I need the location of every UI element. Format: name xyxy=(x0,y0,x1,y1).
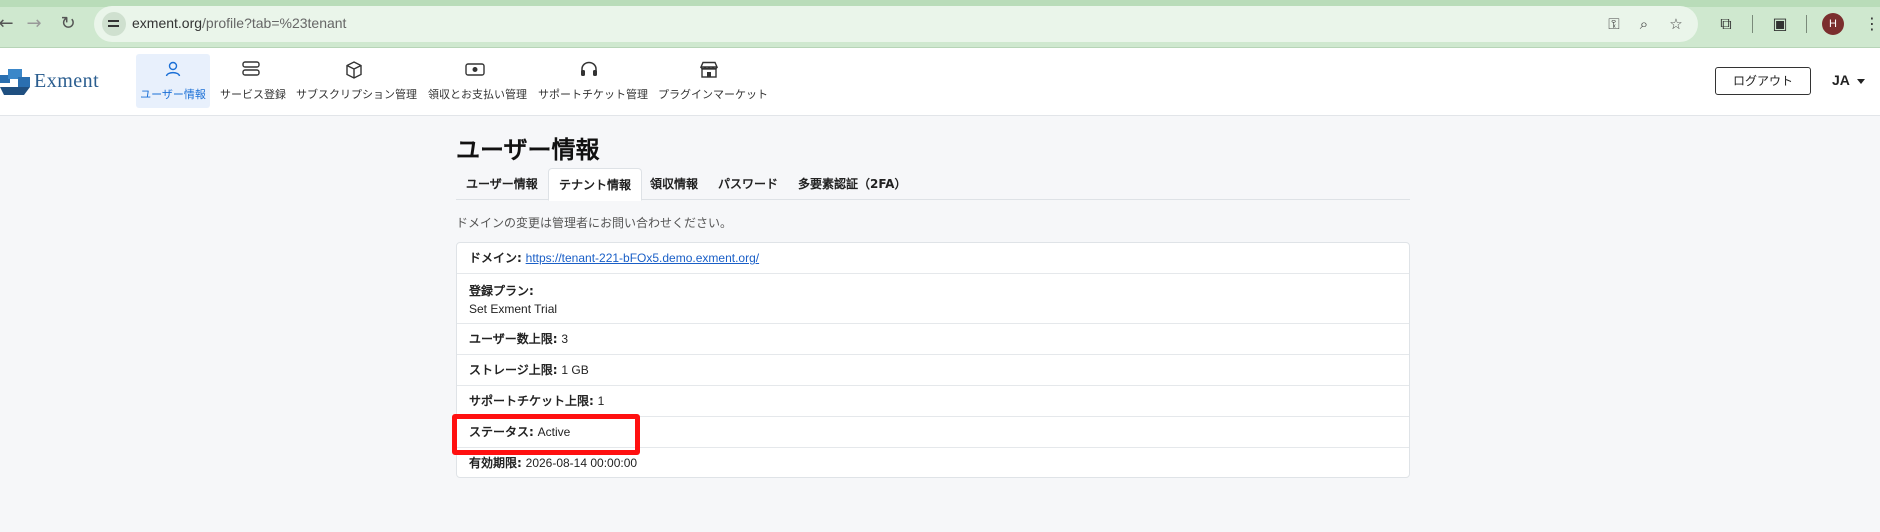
url-host: exment.org xyxy=(132,15,203,31)
nav-subscription[interactable]: サブスクリプション管理 xyxy=(292,54,417,108)
user-icon xyxy=(136,60,210,86)
cash-icon xyxy=(424,60,526,86)
zoom-icon[interactable]: ⌕ xyxy=(1634,14,1654,34)
logo-text: Exment xyxy=(34,70,100,92)
tab-user-info[interactable]: ユーザー情報 xyxy=(456,168,548,200)
toolbar-divider xyxy=(1752,15,1753,33)
profile-tabs: ユーザー情報 テナント情報 領収情報 パスワード 多要素認証（2FA） xyxy=(456,168,1410,201)
user-limit-value: 3 xyxy=(561,332,569,346)
headset-icon xyxy=(534,60,644,86)
nav-label: サブスクリプション管理 xyxy=(296,88,417,101)
nav-label: 領収とお支払い管理 xyxy=(428,88,527,101)
tab-search-icon[interactable]: ▣ xyxy=(1768,12,1792,36)
nav-plugin-market[interactable]: プラグインマーケット xyxy=(654,54,768,108)
plan-value: Set Exment Trial xyxy=(469,302,558,316)
menu-kebab-icon[interactable]: ⋮ xyxy=(1860,12,1880,36)
exment-logo-icon xyxy=(0,69,30,95)
status-highlight-box xyxy=(452,414,640,455)
url-text[interactable]: exment.org/profile?tab=%23tenant xyxy=(132,15,346,31)
extensions-icon[interactable]: ⧉ xyxy=(1714,12,1738,36)
nav-label: サービス登録 xyxy=(220,88,286,101)
nav-label: サポートチケット管理 xyxy=(538,88,648,101)
logout-button[interactable]: ログアウト xyxy=(1715,67,1811,95)
bookmark-star-icon[interactable]: ☆ xyxy=(1666,14,1686,34)
domain-link[interactable]: https://tenant-221-bFOx5.demo.exment.org… xyxy=(526,251,759,265)
forward-icon[interactable]: → xyxy=(22,12,46,36)
nav-support-tickets[interactable]: サポートチケット管理 xyxy=(534,54,648,108)
expiry-value: 2026-08-14 00:00:00 xyxy=(525,456,638,470)
tab-receipt-info[interactable]: 領収情報 xyxy=(640,168,708,200)
domain-label: ドメイン: xyxy=(469,251,522,265)
app-navbar: Exment ユーザー情報 サービス登録 サブスクリプション管理 領収とお支払い… xyxy=(0,48,1880,116)
site-info-icon[interactable] xyxy=(102,12,126,36)
plan-label: 登録プラン: xyxy=(469,284,534,298)
user-limit-row: ユーザー数上限: 3 xyxy=(457,324,1409,355)
back-icon[interactable]: ← xyxy=(0,12,18,36)
box-icon xyxy=(292,60,416,86)
storage-label: ストレージ上限: xyxy=(469,363,558,377)
caret-down-icon[interactable] xyxy=(1857,79,1865,84)
nav-user-info[interactable]: ユーザー情報 xyxy=(136,54,210,108)
storage-value: 1 GB xyxy=(561,363,589,377)
ticket-limit-row: サポートチケット上限: 1 xyxy=(457,386,1409,417)
expiry-label: 有効期限: xyxy=(469,456,522,470)
toolbar-divider xyxy=(1806,15,1807,33)
domain-row: ドメイン: https://tenant-221-bFOx5.demo.exme… xyxy=(457,243,1409,274)
url-path: /profile?tab=%23tenant xyxy=(202,15,347,31)
nav-label: ユーザー情報 xyxy=(140,88,206,101)
nav-receipts-payments[interactable]: 領収とお支払い管理 xyxy=(424,54,527,108)
storage-row: ストレージ上限: 1 GB xyxy=(457,355,1409,386)
tab-tenant-info[interactable]: テナント情報 xyxy=(548,168,643,201)
password-key-icon[interactable]: ⚿ xyxy=(1604,14,1624,34)
profile-avatar[interactable]: H xyxy=(1822,13,1844,35)
nav-label: プラグインマーケット xyxy=(658,88,768,101)
ticket-limit-value: 1 xyxy=(597,394,605,408)
browser-toolbar: ← → ↻ exment.org/profile?tab=%23tenant ⚿… xyxy=(0,0,1880,48)
ticket-limit-label: サポートチケット上限: xyxy=(469,394,594,408)
nav-service-registration[interactable]: サービス登録 xyxy=(216,54,286,108)
language-selector[interactable]: JA xyxy=(1832,72,1850,88)
user-limit-label: ユーザー数上限: xyxy=(469,332,558,346)
address-bar[interactable]: exment.org/profile?tab=%23tenant ⚿ ⌕ ☆ xyxy=(94,6,1698,42)
tab-password[interactable]: パスワード xyxy=(708,168,788,200)
domain-change-notice: ドメインの変更は管理者にお問い合わせください。 xyxy=(456,216,733,230)
plan-row: 登録プラン: Set Exment Trial xyxy=(457,274,1409,324)
tab-2fa[interactable]: 多要素認証（2FA） xyxy=(788,168,916,200)
reload-icon[interactable]: ↻ xyxy=(56,12,80,36)
page-title: ユーザー情報 xyxy=(456,136,600,164)
shop-icon xyxy=(654,60,764,86)
server-icon xyxy=(216,60,286,86)
